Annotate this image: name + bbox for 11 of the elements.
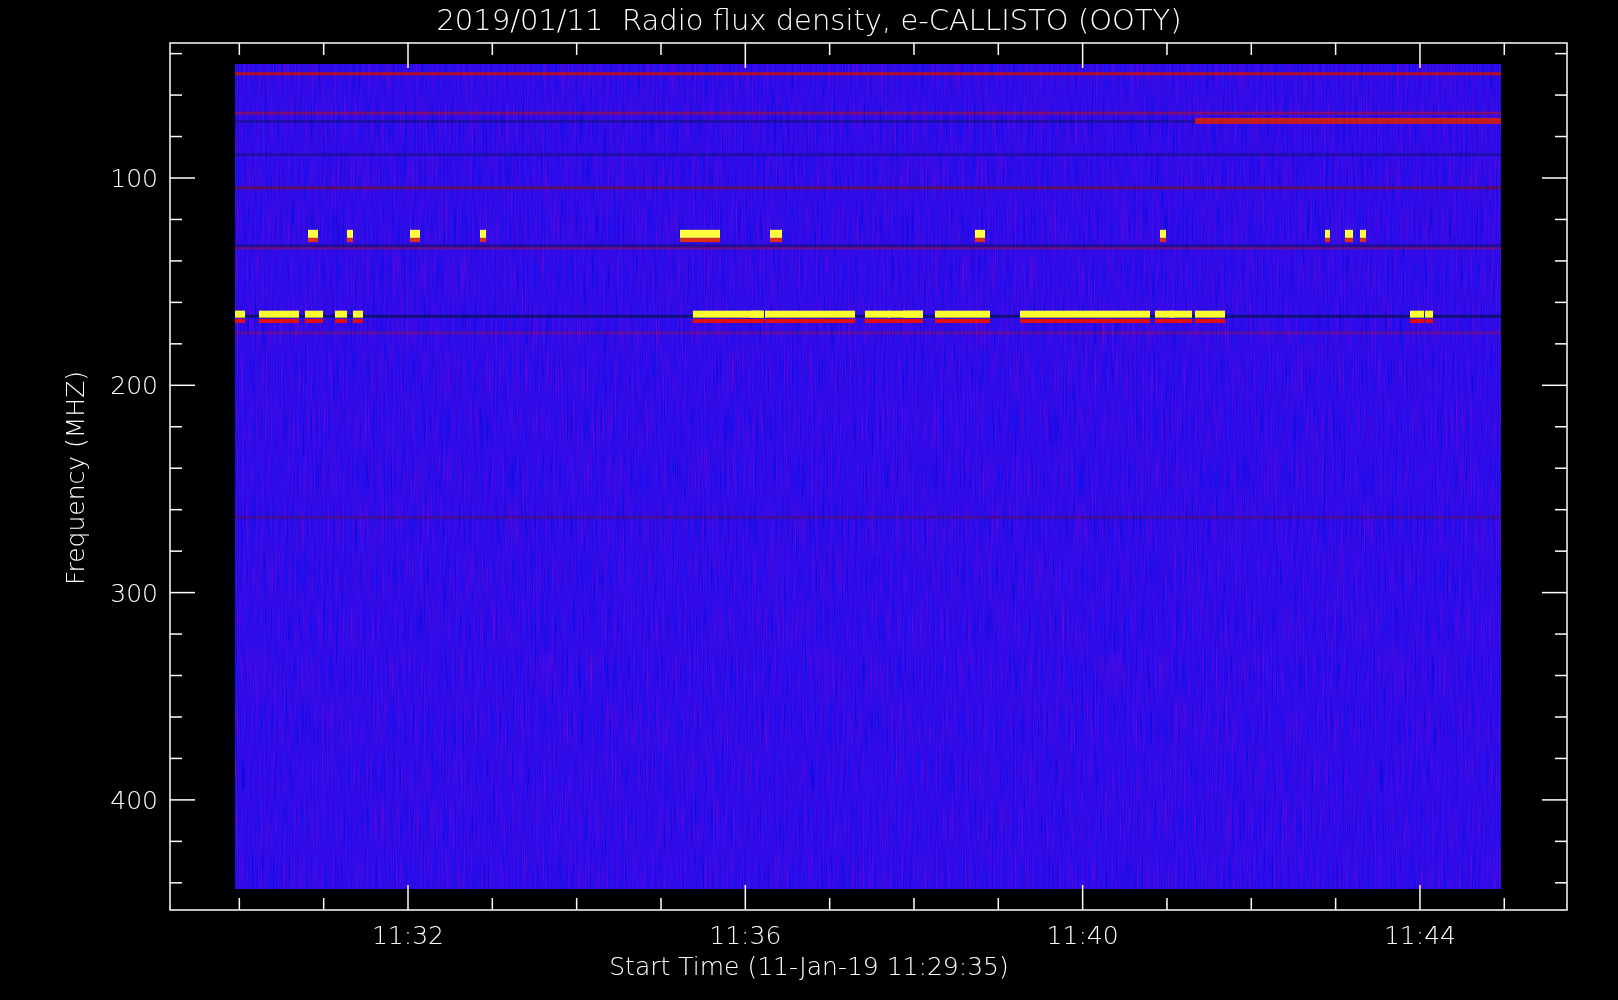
- y-tick-label: 300: [110, 578, 158, 608]
- x-axis-title: Start Time (11-Jan-19 11:29:35): [609, 952, 1009, 981]
- y-tick-label: 200: [110, 371, 158, 401]
- x-tick-label: 11:44: [1383, 921, 1456, 950]
- y-tick-label: 400: [110, 785, 158, 815]
- x-tick-label: 11:32: [372, 921, 444, 950]
- x-tick-label: 11:36: [709, 921, 782, 950]
- chart-title: 2019/01/11 Radio flux density, e-CALLISTO (OOTY): [436, 3, 1182, 37]
- y-tick-label: 100: [110, 164, 158, 193]
- y-axis-title: Frequency (MHZ): [61, 370, 90, 586]
- x-tick-label: 11:40: [1046, 921, 1119, 950]
